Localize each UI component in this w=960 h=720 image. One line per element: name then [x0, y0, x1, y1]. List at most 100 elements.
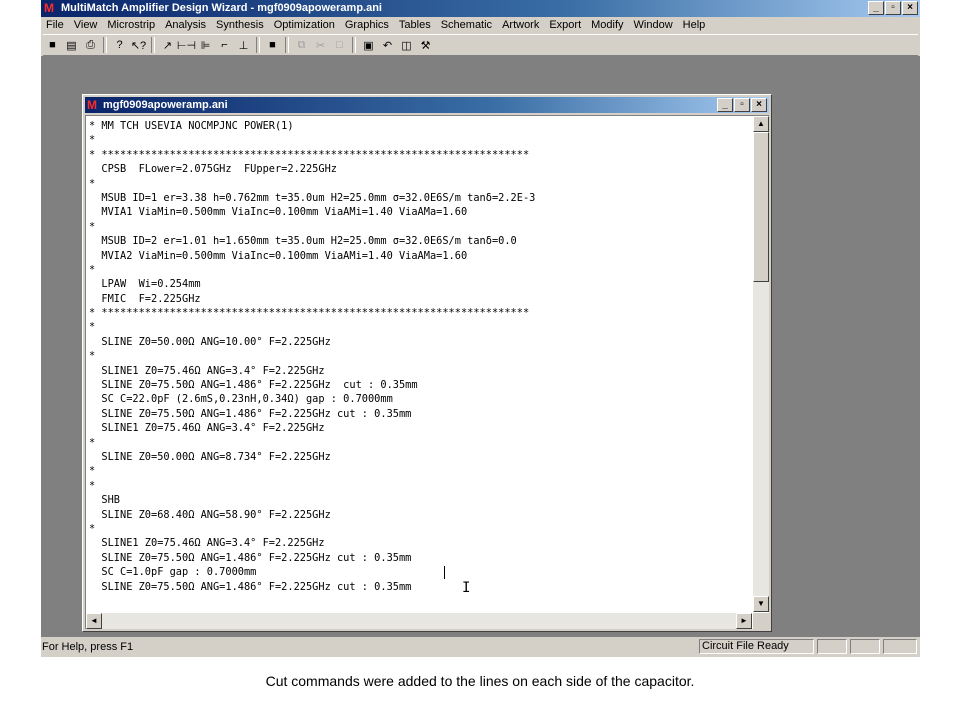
netlist-line[interactable]: SLINE Z0=75.50Ω ANG=1.486° F=2.225GHz cu…	[89, 580, 749, 594]
netlist-line[interactable]: *	[89, 320, 749, 334]
netlist-line[interactable]: MSUB ID=2 er=1.01 h=1.650mm t=35.0um H2=…	[89, 234, 749, 248]
slide-caption: Cut commands were added to the lines on …	[265, 673, 695, 689]
menu-window[interactable]: Window	[629, 17, 678, 33]
scroll-left-button[interactable]: ◄	[86, 613, 102, 629]
stop-icon[interactable]: ■	[263, 36, 282, 54]
undo-icon[interactable]: ↶	[378, 36, 397, 54]
paste-icon[interactable]: ▣	[359, 36, 378, 54]
netlist-line[interactable]: MVIA2 ViaMin=0.500mm ViaInc=0.100mm ViaA…	[89, 249, 749, 263]
netlist-text[interactable]: * MM TCH USEVIA NOCMPJNC POWER(1) * * ****…	[89, 119, 749, 594]
window-icon[interactable]: ◫	[397, 36, 416, 54]
scroll-right-button[interactable]: ►	[736, 613, 752, 629]
toolbar-separator	[103, 37, 107, 53]
close-button[interactable]: ×	[902, 1, 918, 15]
netlist-line[interactable]: MVIA1 ViaMin=0.500mm ViaInc=0.100mm ViaA…	[89, 205, 749, 219]
menu-synthesis[interactable]: Synthesis	[211, 17, 269, 33]
document-maximize-button[interactable]: ▫	[734, 98, 750, 112]
help-icon[interactable]: ?	[110, 36, 129, 54]
menu-file[interactable]: File	[41, 17, 69, 33]
app-titlebar[interactable]: M MultiMatch Amplifier Design Wizard - m…	[41, 0, 920, 17]
netlist-line[interactable]: CPSB FLower=2.075GHz FUpper=2.225GHz	[89, 162, 749, 176]
menu-bar: File View Microstrip Analysis Synthesis Optim…	[41, 17, 920, 33]
netlist-line[interactable]: SLINE Z0=68.40Ω ANG=58.90° F=2.225GHz	[89, 508, 749, 522]
netlist-line[interactable]: *	[89, 263, 749, 277]
netlist-line[interactable]: MSUB ID=1 er=3.38 h=0.762mm t=35.0um H2=…	[89, 191, 749, 205]
vertical-scrollbar[interactable]: ▲ ▼	[753, 116, 769, 612]
app-title: MultiMatch Amplifier Design Wizard - mgf…	[61, 2, 382, 14]
status-panel	[883, 639, 917, 654]
menu-help[interactable]: Help	[678, 17, 711, 33]
ibeam-cursor-icon: I	[462, 580, 471, 596]
netlist-line[interactable]: SHB	[89, 493, 749, 507]
mdi-workspace: M mgf0909apoweramp.ani _ ▫ × * MM TCH US…	[41, 56, 920, 637]
tool-open-icon[interactable]: ⌐	[215, 36, 234, 54]
menu-export[interactable]: Export	[544, 17, 586, 33]
netlist-line[interactable]: SLINE Z0=50.00Ω ANG=8.734° F=2.225GHz	[89, 450, 749, 464]
netlist-line[interactable]: *	[89, 479, 749, 493]
menu-modify[interactable]: Modify	[586, 17, 628, 33]
tool-h2-icon[interactable]: ⊫	[196, 36, 215, 54]
netlist-line[interactable]: *	[89, 522, 749, 536]
netlist-line[interactable]: SLINE Z0=75.50Ω ANG=1.486° F=2.225GHz cu…	[89, 407, 749, 421]
netlist-line[interactable]: SLINE1 Z0=75.46Ω ANG=3.4° F=2.225GHz	[89, 536, 749, 550]
netlist-line[interactable]: SLINE1 Z0=75.46Ω ANG=3.4° F=2.225GHz	[89, 421, 749, 435]
netlist-line[interactable]: *	[89, 464, 749, 478]
status-bar: For Help, press F1 Circuit File Ready	[41, 638, 920, 656]
document-window-controls: _ ▫ ×	[717, 98, 767, 112]
netlist-line[interactable]: SLINE Z0=75.50Ω ANG=1.486° F=2.225GHz cu…	[89, 378, 749, 392]
scroll-up-button[interactable]: ▲	[753, 116, 769, 132]
document-logo-icon: M	[87, 98, 97, 112]
menu-view[interactable]: View	[69, 17, 103, 33]
netlist-line[interactable]: *	[89, 349, 749, 363]
text-caret	[444, 566, 445, 579]
netlist-line[interactable]: * **************************************…	[89, 148, 749, 162]
netlist-line[interactable]: FMIC F=2.225GHz	[89, 292, 749, 306]
status-file-state: Circuit File Ready	[699, 639, 814, 654]
menu-artwork[interactable]: Artwork	[497, 17, 544, 33]
clear-icon[interactable]: □	[330, 36, 349, 54]
status-panel	[850, 639, 880, 654]
restore-button[interactable]: ▫	[885, 1, 901, 15]
netlist-line[interactable]: * MM TCH USEVIA NOCMPJNC POWER(1)	[89, 119, 749, 133]
menu-optimization[interactable]: Optimization	[269, 17, 340, 33]
tool-short-icon[interactable]: ⊥	[234, 36, 253, 54]
document-minimize-button[interactable]: _	[717, 98, 733, 112]
line-tool-icon[interactable]: ↗	[158, 36, 177, 54]
netlist-line[interactable]: * **************************************…	[89, 306, 749, 320]
document-titlebar[interactable]: M mgf0909apoweramp.ani _ ▫ ×	[85, 97, 769, 113]
wrench-icon[interactable]: ⚒	[416, 36, 435, 54]
document-window: M mgf0909apoweramp.ani _ ▫ × * MM TCH US…	[82, 94, 772, 632]
menu-microstrip[interactable]: Microstrip	[102, 17, 160, 33]
netlist-line[interactable]: *	[89, 133, 749, 147]
print-icon[interactable]: ⎙	[81, 36, 100, 54]
vertical-scroll-thumb[interactable]	[753, 132, 769, 282]
scroll-down-button[interactable]: ▼	[753, 596, 769, 612]
text-editor[interactable]: * MM TCH USEVIA NOCMPJNC POWER(1) * * ****…	[85, 115, 769, 629]
netlist-line[interactable]: SLINE Z0=50.00Ω ANG=10.00° F=2.225GHz	[89, 335, 749, 349]
netlist-line[interactable]: SC C=22.0pF (2.6mS,0.23nH,0.34Ω) gap : 0…	[89, 392, 749, 406]
minimize-button[interactable]: _	[868, 1, 884, 15]
menu-graphics[interactable]: Graphics	[340, 17, 394, 33]
menu-schematic[interactable]: Schematic	[436, 17, 497, 33]
netlist-line[interactable]: LPAW Wi=0.254mm	[89, 277, 749, 291]
tool-h1-icon[interactable]: ⊢⊣	[177, 36, 196, 54]
context-help-icon[interactable]: ↖?	[129, 36, 148, 54]
netlist-line[interactable]: *	[89, 220, 749, 234]
menu-analysis[interactable]: Analysis	[160, 17, 211, 33]
save-icon[interactable]: ■	[43, 36, 62, 54]
cut-icon[interactable]: ✂	[311, 36, 330, 54]
copy-icon[interactable]: ⧉	[292, 36, 311, 54]
netlist-line[interactable]: *	[89, 177, 749, 191]
app-window: M MultiMatch Amplifier Design Wizard - m…	[41, 0, 920, 657]
netlist-line[interactable]: *	[89, 436, 749, 450]
netlist-line[interactable]: SLINE1 Z0=75.46Ω ANG=3.4° F=2.225GHz	[89, 364, 749, 378]
menu-tables[interactable]: Tables	[394, 17, 436, 33]
document-close-button[interactable]: ×	[751, 98, 767, 112]
scrollbar-corner	[753, 613, 769, 629]
open-icon[interactable]: ▤	[62, 36, 81, 54]
toolbar-separator	[256, 37, 260, 53]
netlist-line[interactable]: SC C=1.0pF gap : 0.7000mm	[89, 565, 749, 579]
netlist-line[interactable]: SLINE Z0=75.50Ω ANG=1.486° F=2.225GHz cu…	[89, 551, 749, 565]
toolbar-separator	[352, 37, 356, 53]
horizontal-scrollbar[interactable]: ◄ ►	[86, 613, 752, 629]
